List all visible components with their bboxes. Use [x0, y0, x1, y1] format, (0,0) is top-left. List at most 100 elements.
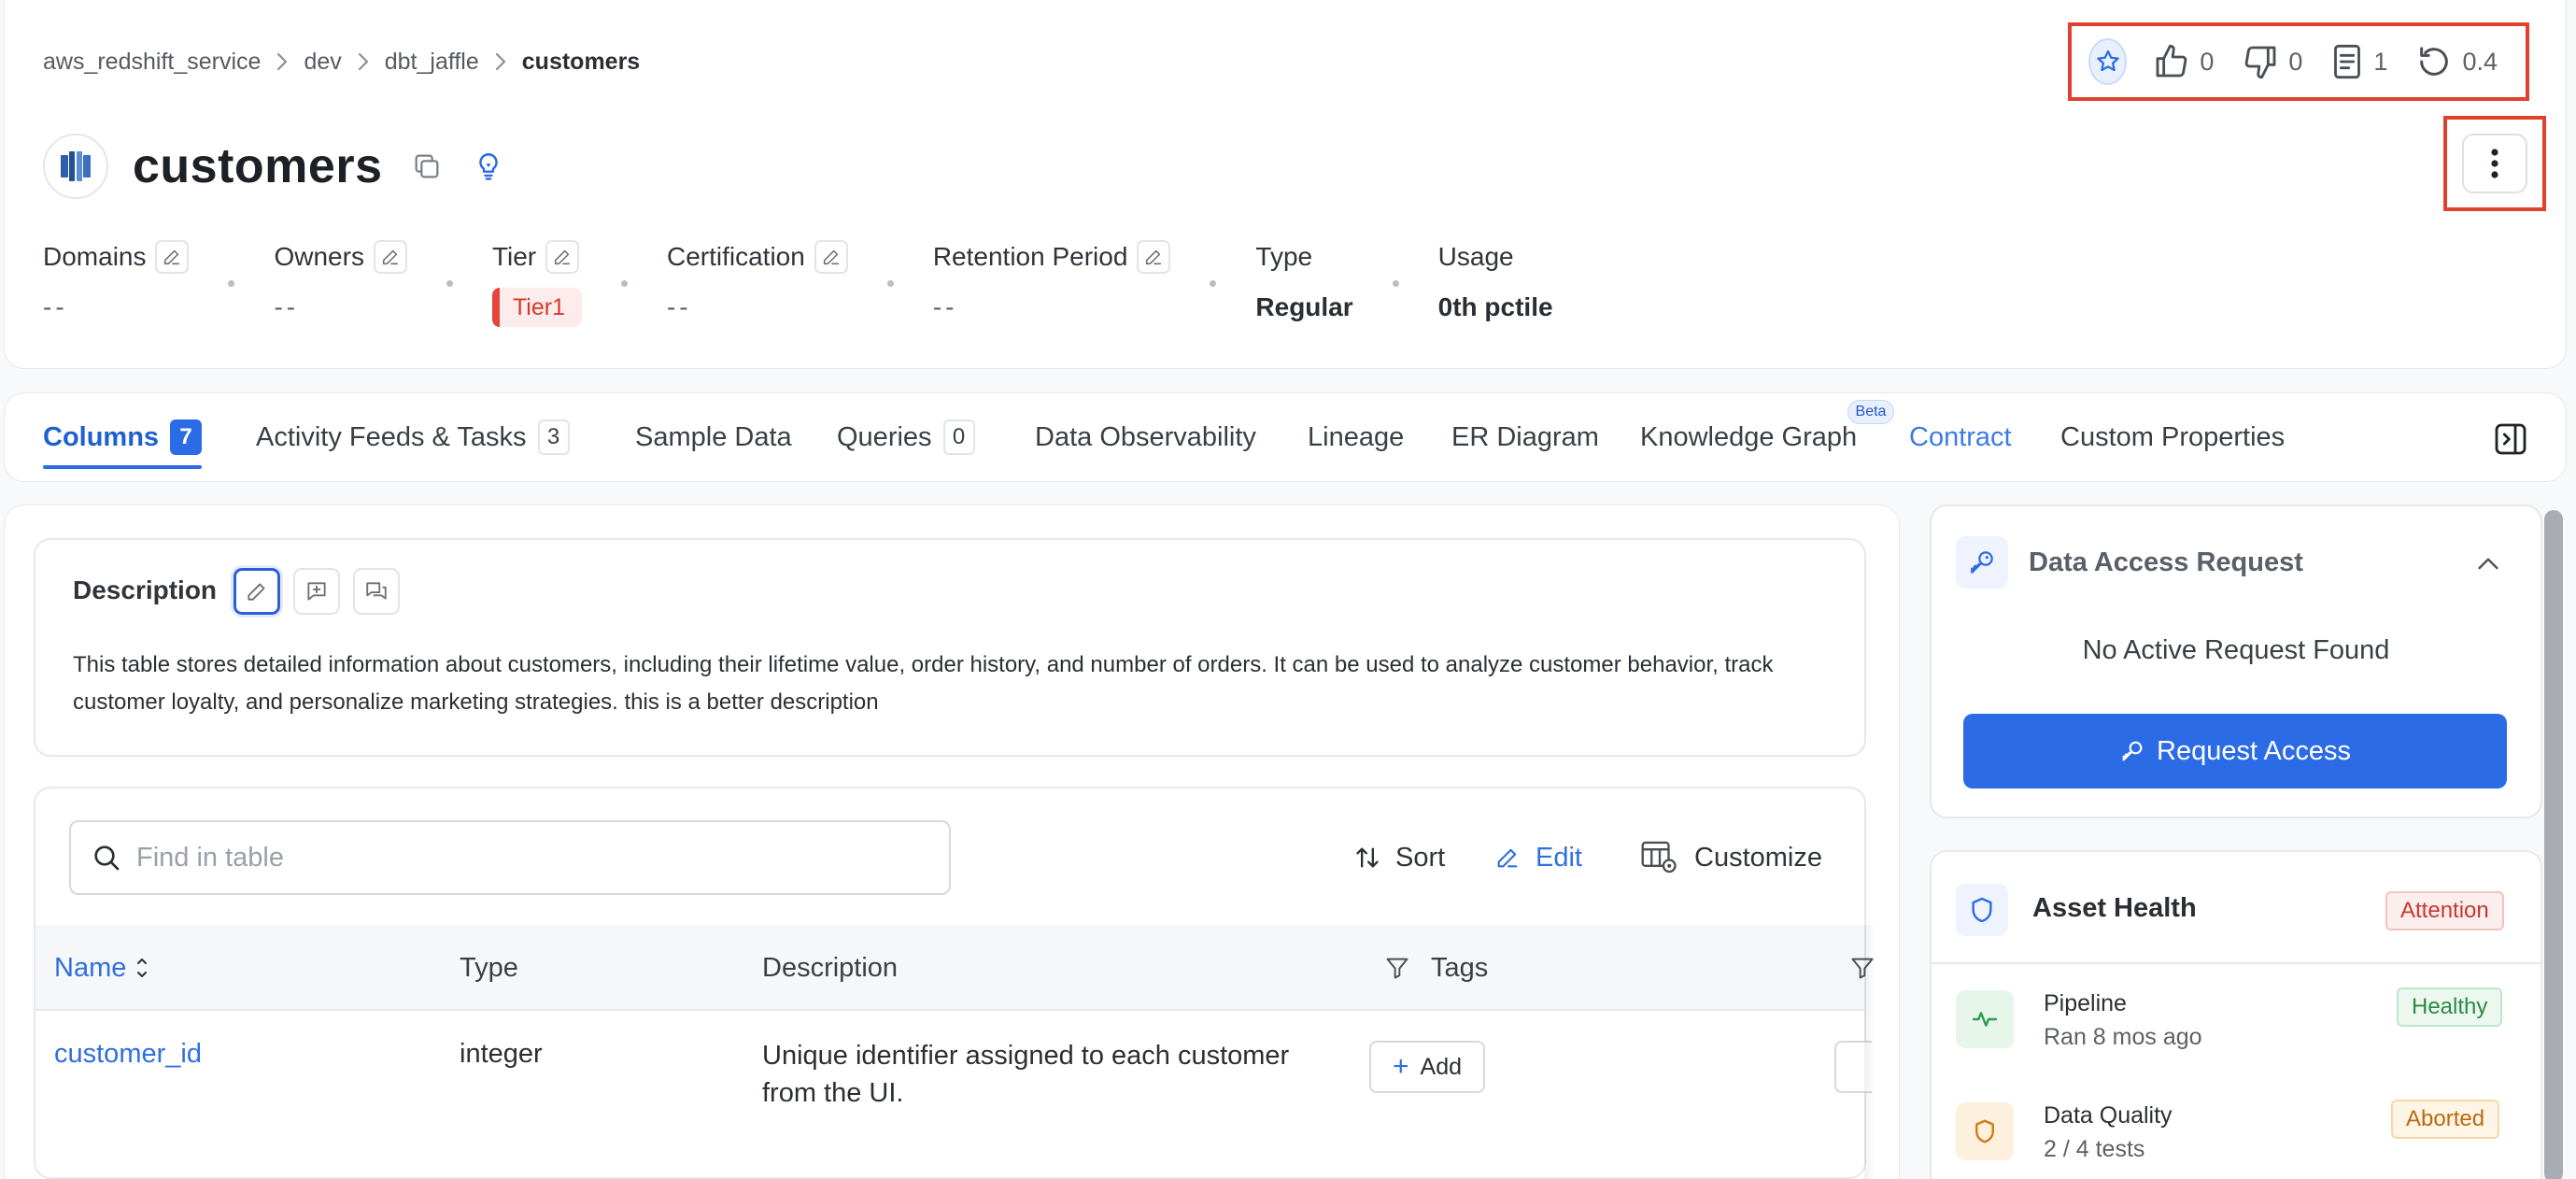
thumbs-up-icon — [2156, 44, 2187, 78]
prop-label: Type — [1255, 242, 1313, 271]
tab-sample-data[interactable]: Sample Data — [635, 392, 792, 482]
tab-label: Custom Properties — [2060, 421, 2286, 452]
more-actions-button[interactable] — [2462, 134, 2527, 193]
prop-label: Usage — [1437, 242, 1514, 271]
prop-domains: Domains -- — [43, 239, 190, 327]
tab-queries[interactable]: Queries 0 — [837, 392, 975, 482]
sort-label: Sort — [1395, 842, 1446, 873]
tab-label: Knowledge Graph — [1640, 421, 1858, 452]
like-button[interactable]: 0 — [2153, 43, 2214, 80]
column-header-description: Description — [762, 952, 899, 983]
sort-button[interactable]: Sort — [1354, 837, 1445, 878]
dislike-button[interactable]: 0 — [2242, 43, 2302, 80]
pencil-icon — [382, 249, 399, 265]
tier-tag[interactable]: Tier1 — [491, 288, 582, 327]
data-quality-status-badge: Aborted — [2391, 1100, 2500, 1139]
plus-icon: + — [1392, 1051, 1409, 1082]
chevron-right-icon — [276, 51, 289, 72]
table-search-input[interactable] — [136, 842, 902, 874]
edit-label: Edit — [1536, 842, 1582, 873]
prop-value: Regular — [1255, 292, 1353, 321]
comments-icon — [366, 582, 387, 600]
request-access-button[interactable]: Request Access — [1963, 714, 2507, 788]
like-count: 0 — [2200, 47, 2215, 76]
filter-icon — [1386, 958, 1408, 979]
message-plus-icon — [307, 582, 326, 601]
prop-retention-period: Retention Period -- — [933, 239, 1171, 327]
separator-dot — [1210, 280, 1217, 287]
table-settings-icon — [1641, 841, 1677, 874]
add-tag-button[interactable]: + Add — [1369, 1041, 1485, 1093]
breadcrumb: aws_redshift_service dev dbt_jaffle cust… — [43, 45, 640, 78]
star-icon — [2096, 50, 2119, 72]
column-description: Unique identifier assigned to each custo… — [762, 1041, 1290, 1108]
edit-table-button[interactable]: Edit — [1494, 837, 1582, 878]
tab-custom-properties[interactable]: Custom Properties — [2060, 392, 2285, 482]
customize-columns-button[interactable]: Customize — [1640, 837, 1822, 878]
tab-lineage[interactable]: Lineage — [1308, 392, 1404, 482]
suggestion-button[interactable] — [473, 150, 504, 182]
breadcrumb-item-service[interactable]: aws_redshift_service — [43, 49, 261, 76]
page-title: customers — [133, 139, 383, 193]
entity-title-row: customers — [43, 131, 534, 202]
sort-toggle-icon — [137, 959, 148, 977]
pencil-icon — [1497, 848, 1518, 868]
tab-data-observability[interactable]: Data Observability — [1035, 392, 1256, 482]
conversation-count: 1 — [2373, 47, 2388, 76]
edit-tier-button[interactable] — [545, 240, 580, 274]
table-search-field[interactable] — [69, 820, 951, 895]
tab-label: Lineage — [1308, 421, 1405, 452]
conversations-button[interactable]: 1 — [2330, 43, 2387, 80]
version-number: 0.4 — [2462, 47, 2498, 76]
asset-health-title: Asset Health — [2032, 893, 2197, 923]
tab-knowledge-graph[interactable]: Knowledge Graph — [1640, 392, 1857, 482]
prop-type: Type Regular — [1255, 239, 1352, 327]
scroll-shadow — [1864, 925, 1875, 1179]
toggle-right-panel-button[interactable] — [2492, 420, 2529, 458]
follow-star-button[interactable] — [2088, 38, 2128, 85]
pencil-icon — [555, 249, 571, 265]
tab-count: 0 — [942, 419, 975, 455]
column-header-tags[interactable]: Tags — [1384, 951, 1488, 985]
thumbs-down-icon — [2245, 46, 2276, 79]
pencil-icon — [823, 249, 839, 265]
description-conversation-button[interactable] — [353, 568, 400, 615]
chevron-right-icon — [494, 51, 507, 72]
edit-retention-button[interactable] — [1137, 240, 1171, 274]
edit-owners-button[interactable] — [373, 240, 407, 274]
customize-label: Customize — [1694, 842, 1822, 873]
shield-icon — [1956, 884, 2008, 936]
history-icon — [2420, 47, 2449, 76]
document-icon — [2334, 44, 2361, 79]
prop-owners: Owners -- — [274, 239, 407, 327]
collapse-chevron-icon[interactable] — [2473, 549, 2503, 579]
scrollbar-thumb[interactable] — [2544, 510, 2563, 1179]
tab-label: ER Diagram — [1451, 421, 1599, 452]
edit-certification-button[interactable] — [814, 240, 848, 274]
separator-dot — [446, 280, 453, 287]
tab-label: Data Observability — [1035, 421, 1256, 452]
sort-arrows-icon — [1356, 847, 1379, 868]
chevron-right-icon — [357, 51, 370, 72]
pencil-icon — [164, 249, 180, 265]
request-description-button[interactable] — [293, 568, 340, 615]
copy-link-button[interactable] — [411, 150, 443, 182]
tab-columns[interactable]: Columns 7 — [43, 392, 203, 482]
tab-contract[interactable]: Contract — [1909, 392, 2012, 482]
column-name-link[interactable]: customer_id — [54, 1039, 202, 1070]
breadcrumb-item-schema[interactable]: dbt_jaffle — [385, 49, 479, 76]
edit-description-button[interactable] — [234, 568, 280, 615]
breadcrumb-item-database[interactable]: dev — [304, 49, 341, 76]
tab-er-diagram[interactable]: ER Diagram — [1451, 392, 1599, 482]
prop-value: -- — [43, 292, 68, 321]
tab-activity-feeds[interactable]: Activity Feeds & Tasks 3 — [256, 392, 570, 482]
column-header-name[interactable]: Name — [54, 951, 150, 985]
data-quality-subtitle: 2 / 4 tests — [2044, 1136, 2145, 1162]
edit-domains-button[interactable] — [155, 240, 190, 274]
tab-label: Queries — [837, 421, 932, 452]
version-history-button[interactable]: 0.4 — [2415, 43, 2498, 80]
no-active-request-text: No Active Request Found — [2082, 635, 2390, 665]
tab-count: 3 — [537, 419, 570, 455]
lightbulb-icon — [478, 153, 498, 180]
copy-icon — [415, 154, 438, 178]
